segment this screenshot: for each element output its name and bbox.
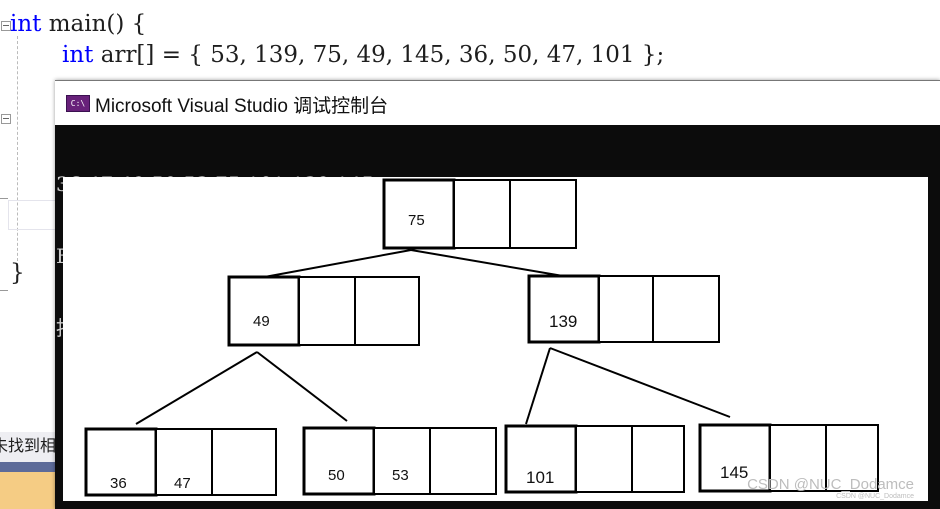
tree-edge-left-leaf2 bbox=[256, 351, 348, 422]
key-cell bbox=[575, 425, 633, 493]
console-titlebar[interactable]: C:\ Microsoft Visual Studio 调试控制台 bbox=[55, 80, 940, 125]
key-cell bbox=[527, 274, 601, 344]
tree-edge-root-right bbox=[410, 249, 564, 277]
btree-diagram-image: 75 49 139 36 47 50 53 101 145 CSDN @NUC_Dodamce … bbox=[63, 177, 928, 501]
btree-svg: 75 49 139 36 47 50 53 101 145 bbox=[84, 178, 879, 497]
key-label: 50 bbox=[328, 467, 345, 484]
tree-edge-left-leaf1 bbox=[135, 351, 258, 425]
tree-edge-right-leaf4 bbox=[549, 347, 731, 418]
code-text: arr[] = { 53, 139, 75, 49, 145, 36, 50, … bbox=[93, 42, 665, 68]
btree-node-root: 75 bbox=[382, 178, 577, 250]
panel-tab-bar bbox=[0, 462, 56, 472]
key-cell bbox=[227, 275, 301, 347]
tree-edge-right-leaf3 bbox=[525, 347, 551, 425]
code-line-arr: int arr[] = { 53, 139, 75, 49, 145, 36, … bbox=[62, 42, 664, 68]
key-cell bbox=[429, 427, 497, 495]
key-label: 47 bbox=[174, 475, 191, 492]
key-cell bbox=[652, 275, 720, 343]
btree-node-leaf2: 50 53 bbox=[302, 426, 497, 496]
key-cell bbox=[302, 426, 376, 496]
key-label: 53 bbox=[392, 467, 409, 484]
key-cell bbox=[453, 179, 511, 249]
key-cell bbox=[211, 428, 277, 496]
key-label: 36 bbox=[110, 475, 127, 492]
console-app-icon: C:\ bbox=[66, 95, 90, 112]
btree-node-leaf1: 36 47 bbox=[84, 427, 277, 497]
output-panel-status: 未找到相 bbox=[0, 432, 56, 462]
btree-node-left: 49 bbox=[227, 275, 420, 347]
code-text: main() { bbox=[41, 11, 147, 37]
fold-marker bbox=[0, 290, 8, 291]
tree-edge-root-left bbox=[258, 249, 412, 279]
key-cell bbox=[631, 425, 685, 493]
closing-brace: } bbox=[10, 260, 25, 286]
key-label: 75 bbox=[408, 212, 425, 229]
key-cell bbox=[598, 275, 654, 343]
key-cell bbox=[354, 276, 420, 346]
key-label: 139 bbox=[549, 312, 577, 331]
panel-selected-row[interactable] bbox=[0, 472, 56, 509]
indent-guide bbox=[17, 36, 18, 266]
keyword-int: int bbox=[10, 11, 42, 37]
keyword-int: int bbox=[62, 42, 94, 68]
key-label: 49 bbox=[253, 313, 270, 330]
code-line-main: int main() { bbox=[10, 11, 146, 37]
key-cell bbox=[509, 179, 577, 249]
fold-marker bbox=[0, 198, 8, 199]
key-cell bbox=[373, 427, 431, 495]
console-title: Microsoft Visual Studio 调试控制台 bbox=[95, 96, 389, 117]
current-line-highlight bbox=[8, 200, 58, 230]
watermark: CSDN @NUC_Dodamce CSDN @NUC_Dodamce bbox=[747, 477, 914, 501]
watermark-text-small: CSDN @NUC_Dodamce bbox=[836, 493, 914, 500]
key-cell bbox=[298, 276, 356, 346]
btree-node-leaf3: 101 bbox=[504, 424, 685, 494]
key-label: 145 bbox=[720, 463, 748, 482]
fold-toggle-icon[interactable] bbox=[1, 114, 11, 124]
btree-node-right: 139 bbox=[527, 274, 720, 344]
key-label: 101 bbox=[526, 468, 554, 487]
watermark-text: CSDN @NUC_Dodamce bbox=[747, 476, 914, 493]
